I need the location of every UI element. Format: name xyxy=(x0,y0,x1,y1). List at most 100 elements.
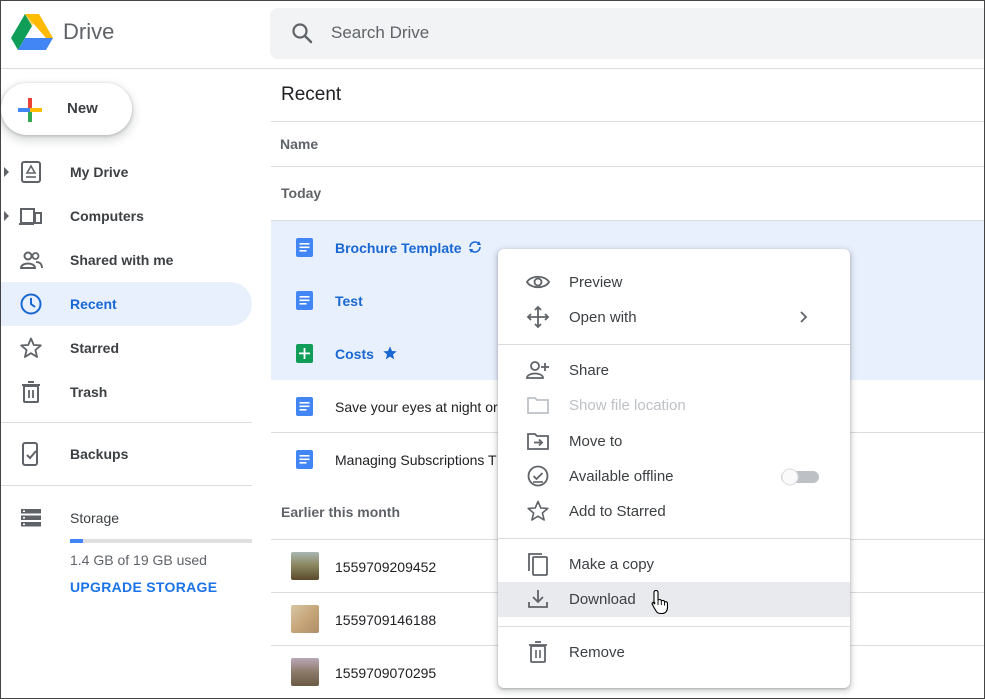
menu-item-available-offline[interactable]: Available offline xyxy=(498,459,850,494)
move-icon xyxy=(526,305,550,329)
menu-item-label: Download xyxy=(569,591,636,608)
trash-icon xyxy=(529,641,547,663)
menu-item-preview[interactable]: Preview xyxy=(498,265,850,300)
trash-icon xyxy=(22,381,40,403)
file-name[interactable]: Save your eyes at night or xyxy=(335,399,498,415)
upgrade-storage-link[interactable]: UPGRADE STORAGE xyxy=(70,579,217,595)
menu-item-label: Add to Starred xyxy=(569,503,666,520)
expand-caret-icon[interactable] xyxy=(4,167,9,177)
menu-item-label: Remove xyxy=(569,644,625,661)
storage-progress-bar xyxy=(70,539,252,543)
menu-item-open-with[interactable]: Open with xyxy=(498,300,850,335)
image-thumbnail xyxy=(291,658,319,686)
menu-item-add-to-starred[interactable]: Add to Starred xyxy=(498,494,850,529)
menu-item-label: Share xyxy=(569,362,610,379)
menu-item-share[interactable]: Share xyxy=(498,353,850,388)
menu-divider xyxy=(498,344,850,345)
sidebar-item-backups[interactable]: Backups xyxy=(1,432,252,476)
sidebar-item-label: Shared with me xyxy=(70,252,174,268)
sidebar-item-shared-with-me[interactable]: Shared with me xyxy=(1,238,252,282)
menu-item-label: Preview xyxy=(569,274,623,291)
doc-icon xyxy=(296,291,313,310)
doc-icon xyxy=(296,450,313,469)
search-icon[interactable] xyxy=(290,21,314,45)
storage-progress-fill xyxy=(70,539,84,543)
menu-item-move-to[interactable]: Move to xyxy=(498,424,850,459)
sidebar-item-my-drive[interactable]: My Drive xyxy=(1,150,252,194)
sidebar-item-computers[interactable]: Computers xyxy=(1,194,252,238)
menu-item-remove[interactable]: Remove xyxy=(498,635,850,670)
top-bar: Drive xyxy=(1,1,984,69)
menu-item-show-file-location: Show file location xyxy=(498,388,850,423)
sheet-icon xyxy=(296,344,313,363)
section-today: Today xyxy=(281,185,322,201)
add-person-icon xyxy=(526,361,549,379)
shared-icon xyxy=(19,251,43,269)
offline-icon xyxy=(527,465,549,487)
menu-item-label: Available offline xyxy=(569,468,674,485)
sidebar-item-label: Backups xyxy=(70,446,129,462)
download-icon xyxy=(528,590,548,608)
star-icon xyxy=(527,500,549,521)
menu-item-label: Move to xyxy=(569,433,623,450)
menu-item-label: Show file location xyxy=(569,397,686,414)
sidebar-item-starred[interactable]: Starred xyxy=(1,326,252,370)
storage-icon xyxy=(21,509,41,527)
storage-used-text: 1.4 GB of 19 GB used xyxy=(70,552,207,568)
menu-item-download[interactable]: Download xyxy=(498,582,850,617)
file-name[interactable]: Managing Subscriptions T xyxy=(335,452,497,468)
header-divider xyxy=(271,166,984,167)
page-title: Recent xyxy=(281,84,342,105)
expand-caret-icon[interactable] xyxy=(4,211,9,221)
sidebar-item-storage[interactable]: Storage xyxy=(1,496,252,540)
new-button-label: New xyxy=(67,100,98,117)
menu-divider xyxy=(498,626,850,627)
file-name[interactable]: 1559709070295 xyxy=(335,665,436,681)
computers-icon xyxy=(19,208,42,225)
offline-toggle[interactable] xyxy=(779,468,821,486)
menu-item-label: Open with xyxy=(569,309,637,326)
sidebar-divider xyxy=(1,422,252,423)
drive-window: Drive New My Drive C xyxy=(0,0,985,699)
sync-icon xyxy=(469,241,481,253)
drive-logo-icon[interactable] xyxy=(11,14,53,52)
sidebar-item-label: Storage xyxy=(70,510,120,526)
sidebar-item-trash[interactable]: Trash xyxy=(1,370,252,414)
backups-icon xyxy=(22,442,38,466)
search-input[interactable] xyxy=(331,19,731,47)
my-drive-icon xyxy=(21,161,41,183)
menu-item-make-a-copy[interactable]: Make a copy xyxy=(498,547,850,582)
menu-item-label: Make a copy xyxy=(569,556,655,573)
file-name[interactable]: 1559709209452 xyxy=(335,559,436,575)
title-divider xyxy=(271,121,984,122)
file-name[interactable]: Costs xyxy=(335,346,374,362)
plus-icon xyxy=(18,98,42,122)
folder-icon xyxy=(527,397,549,414)
sidebar-item-recent[interactable]: Recent xyxy=(1,282,252,326)
chevron-right-icon xyxy=(800,311,808,323)
sidebar-divider xyxy=(1,485,252,486)
context-menu: Preview Open with Share Show file locati… xyxy=(498,249,850,688)
menu-divider xyxy=(498,538,850,539)
star-icon xyxy=(383,346,397,360)
sidebar-item-label: Starred xyxy=(70,340,120,356)
sidebar-item-label: Trash xyxy=(70,384,108,400)
sidebar-item-label: My Drive xyxy=(70,164,129,180)
eye-icon xyxy=(526,275,550,289)
pointer-cursor-icon xyxy=(651,589,669,615)
section-earlier-this-month: Earlier this month xyxy=(281,504,401,520)
star-icon xyxy=(20,337,42,358)
app-title[interactable]: Drive xyxy=(63,19,114,45)
copy-icon xyxy=(528,553,548,576)
file-name[interactable]: Brochure Template xyxy=(335,240,462,256)
clock-icon xyxy=(20,293,42,315)
image-thumbnail xyxy=(291,605,319,633)
sidebar-item-label: Recent xyxy=(70,296,117,312)
file-name[interactable]: Test xyxy=(335,293,363,309)
sidebar-item-label: Computers xyxy=(70,208,144,224)
file-name[interactable]: 1559709146188 xyxy=(335,612,436,628)
doc-icon xyxy=(296,238,313,257)
new-button[interactable]: New xyxy=(1,83,132,135)
column-header-name[interactable]: Name xyxy=(280,136,318,152)
move-to-icon xyxy=(527,433,549,450)
